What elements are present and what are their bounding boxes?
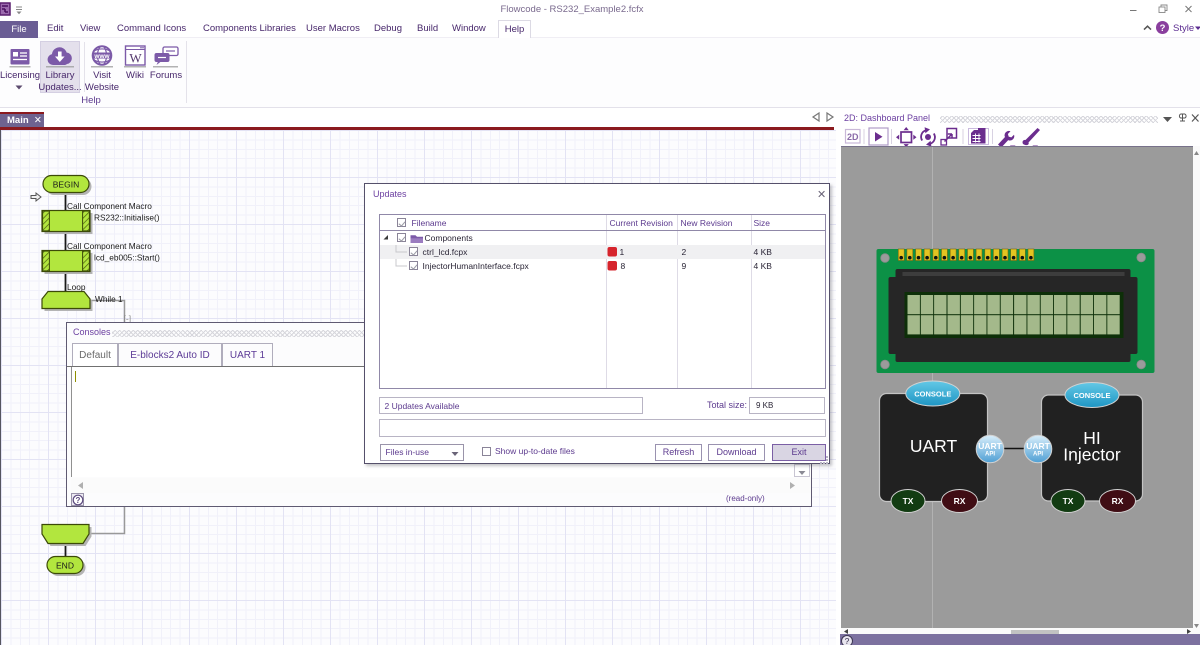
svg-text:Licensing: Licensing [0, 70, 40, 81]
svg-text:Library: Library [45, 70, 74, 81]
svg-text:CONSOLE: CONSOLE [1073, 391, 1110, 400]
svg-text:TX: TX [1062, 496, 1073, 506]
svg-text:Call Component Macro: Call Component Macro [67, 201, 152, 211]
svg-text:?: ? [76, 496, 81, 505]
svg-text:Injector: Injector [1063, 445, 1121, 465]
svg-text:UART: UART [909, 436, 957, 456]
svg-text:Updates...: Updates... [38, 82, 81, 93]
svg-text:Visit: Visit [93, 70, 111, 81]
svg-text:END: END [56, 560, 74, 570]
svg-text:www: www [93, 53, 110, 60]
svg-text:RS232::Initialise(): RS232::Initialise() [94, 212, 160, 222]
svg-text:UART: UART [1026, 441, 1050, 451]
svg-text:BEGIN: BEGIN [53, 179, 79, 189]
svg-text:Style: Style [1173, 23, 1194, 34]
svg-text:?: ? [845, 636, 850, 645]
svg-text:API: API [1032, 452, 1042, 458]
svg-text:CONSOLE: CONSOLE [914, 390, 951, 399]
svg-text:API: API [984, 452, 994, 458]
svg-text:Wiki: Wiki [126, 70, 144, 81]
svg-text:RX: RX [1111, 496, 1123, 506]
svg-text:Loop: Loop [67, 282, 86, 292]
svg-text:RX: RX [953, 496, 965, 506]
svg-text:Forums: Forums [150, 70, 182, 81]
svg-text:W: W [129, 51, 142, 66]
svg-text:?: ? [1160, 23, 1166, 34]
svg-text:TX: TX [902, 496, 913, 506]
svg-text:Call Component Macro: Call Component Macro [67, 241, 152, 251]
svg-text:Website: Website [85, 82, 119, 93]
svg-text:UART: UART [978, 441, 1002, 451]
svg-text:While 1: While 1 [95, 294, 123, 304]
svg-text:2D: 2D [847, 132, 859, 142]
svg-text:lcd_eb005::Start(): lcd_eb005::Start() [94, 252, 160, 262]
